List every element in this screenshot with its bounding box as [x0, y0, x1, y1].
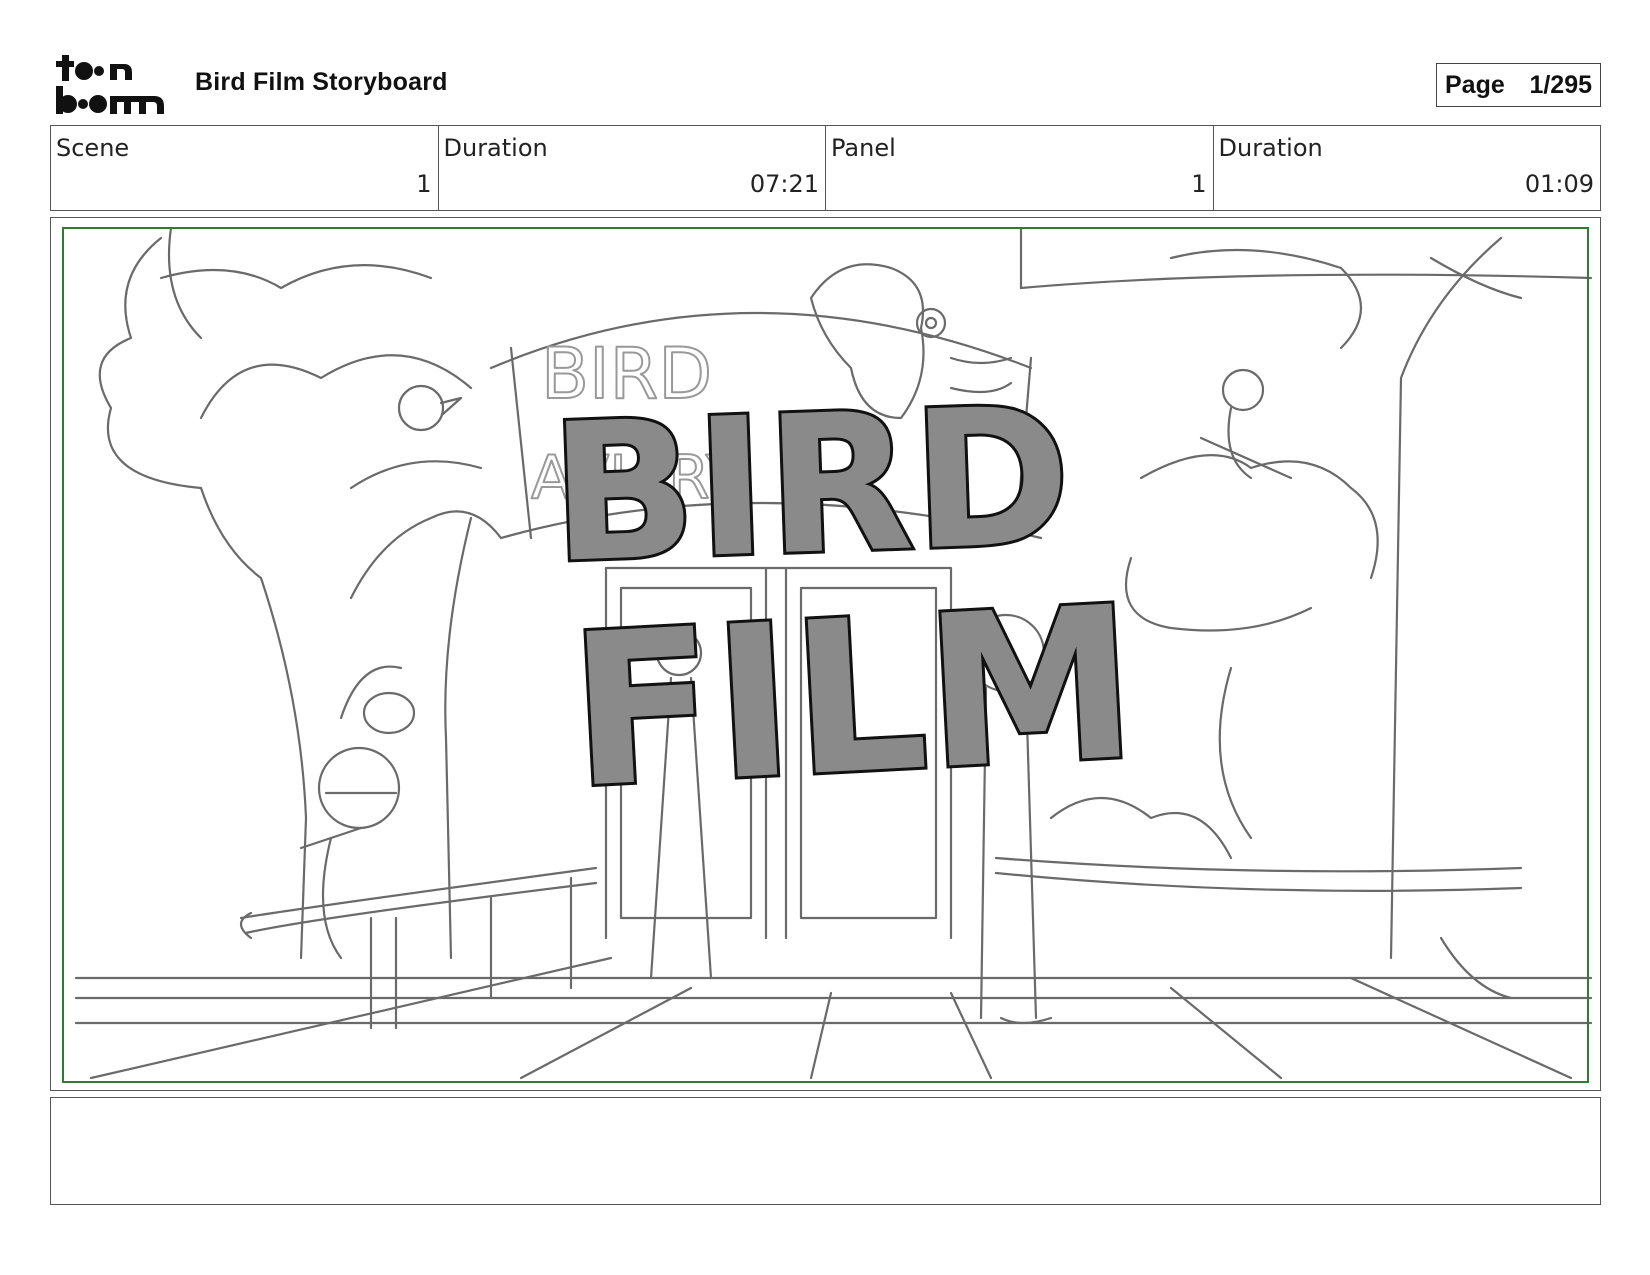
- panel-label: Panel: [831, 134, 896, 162]
- panel-cell: Panel 1: [826, 126, 1214, 210]
- toon-boom-logo: [54, 52, 174, 116]
- title-line-2: FILM: [565, 561, 1141, 835]
- document-title: Bird Film Storyboard: [195, 68, 448, 96]
- scene-duration-value: 07:21: [749, 170, 819, 198]
- scene-value: 1: [416, 170, 432, 198]
- bird-film-title: BIRD FILM: [544, 363, 1144, 838]
- panel-duration-value: 01:09: [1524, 170, 1594, 198]
- panel-duration-label: Duration: [1218, 134, 1323, 162]
- panel-duration-cell: Duration 01:09: [1214, 126, 1601, 210]
- scene-duration-label: Duration: [443, 134, 548, 162]
- panel-notes-box[interactable]: [50, 1097, 1601, 1205]
- panel-info-table: Scene 1 Duration 07:21 Panel 1 Duration …: [50, 125, 1601, 211]
- scene-label: Scene: [56, 134, 130, 162]
- storyboard-panel-image: BIRD AVIARY BIRD FILM: [50, 217, 1601, 1091]
- scene-duration-cell: Duration 07:21: [439, 126, 826, 210]
- page-label: Page: [1445, 70, 1505, 99]
- scene-cell: Scene 1: [51, 126, 439, 210]
- panel-value: 1: [1191, 170, 1207, 198]
- sketch-drawing: BIRD AVIARY BIRD FILM: [74, 226, 1593, 1080]
- page-indicator: Page 1/295: [1436, 63, 1601, 107]
- page-number: 1/295: [1529, 70, 1592, 99]
